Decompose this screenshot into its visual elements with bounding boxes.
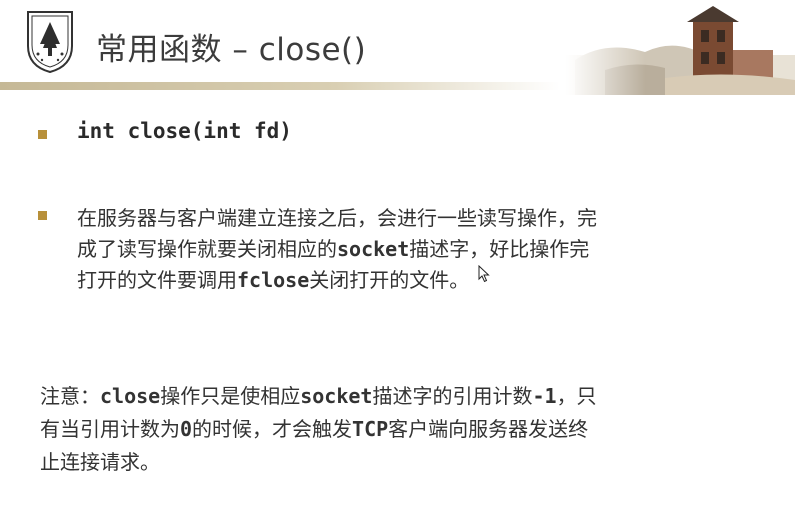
note-line: 止连接请求。 (40, 450, 160, 474)
campus-building-image (565, 0, 795, 95)
title-divider (0, 82, 560, 90)
page-title: 常用函数 – close() (96, 32, 367, 68)
university-seal-icon (27, 11, 73, 74)
note-line: 有当引用计数为0的时候，才会触发TCP客户端向服务器发送终 (40, 417, 589, 441)
paragraph-line: 打开的文件要调用fclose关闭打开的文件。 (77, 268, 470, 292)
bullet-marker (38, 130, 47, 139)
paragraph-line: 在服务器与客户端建立连接之后，会进行一些读写操作，完 (77, 206, 597, 230)
mouse-pointer-icon (478, 265, 490, 283)
slide-header: 常用函数 – close() (0, 0, 795, 95)
paragraph-line: 成了读写操作就要关闭相应的socket描述字，好比操作完 (77, 237, 590, 261)
note-line: 注意：close操作只是使相应socket描述字的引用计数-1，只 (40, 384, 597, 408)
bullet-marker (38, 211, 47, 220)
function-signature: int close(int fd) (77, 119, 292, 143)
